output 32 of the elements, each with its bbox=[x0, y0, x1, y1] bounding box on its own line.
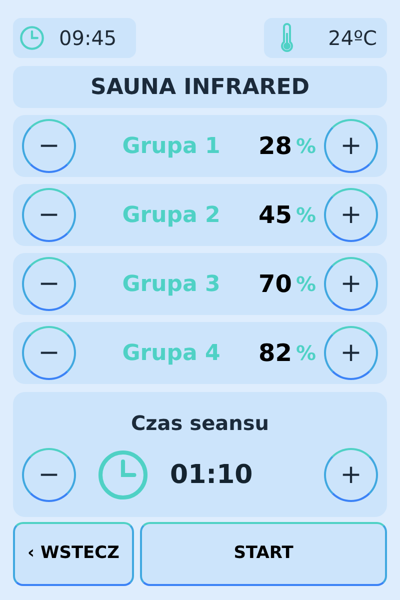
power-value: 28 bbox=[258, 131, 292, 162]
group-name: Grupa 2 bbox=[121, 202, 222, 230]
minus-button[interactable]: − bbox=[22, 119, 76, 173]
plus-button[interactable]: + bbox=[324, 119, 378, 173]
thermometer-icon bbox=[280, 23, 294, 53]
session-time: 01:10 bbox=[170, 458, 253, 492]
temperature-text: 24ºC bbox=[328, 25, 377, 52]
percent-unit: % bbox=[296, 271, 316, 298]
minus-button[interactable]: − bbox=[22, 448, 76, 502]
clock-icon bbox=[96, 448, 150, 502]
group-name: Grupa 1 bbox=[121, 132, 222, 160]
session-label: Czas seansu bbox=[130, 410, 270, 437]
power-value: 70 bbox=[258, 269, 292, 300]
percent-unit: % bbox=[296, 202, 316, 229]
percent-unit: % bbox=[296, 340, 316, 367]
group-name: Grupa 3 bbox=[121, 270, 222, 298]
power-value: 45 bbox=[258, 200, 292, 231]
plus-button[interactable]: + bbox=[324, 326, 378, 380]
plus-button[interactable]: + bbox=[324, 448, 378, 502]
percent-unit: % bbox=[296, 133, 316, 160]
power-value: 82 bbox=[258, 338, 292, 369]
time-text: 09:45 bbox=[59, 25, 117, 52]
page-title: SAUNA INFRARED bbox=[13, 66, 387, 108]
start-button[interactable]: START bbox=[140, 522, 387, 586]
minus-button[interactable]: − bbox=[22, 326, 76, 380]
plus-button[interactable]: + bbox=[324, 188, 378, 242]
back-button[interactable]: ‹ WSTECZ bbox=[13, 522, 134, 586]
clock-icon bbox=[19, 25, 45, 51]
minus-button[interactable]: − bbox=[22, 188, 76, 242]
minus-button[interactable]: − bbox=[22, 257, 76, 311]
group-name: Grupa 4 bbox=[121, 340, 222, 368]
plus-button[interactable]: + bbox=[324, 257, 378, 311]
